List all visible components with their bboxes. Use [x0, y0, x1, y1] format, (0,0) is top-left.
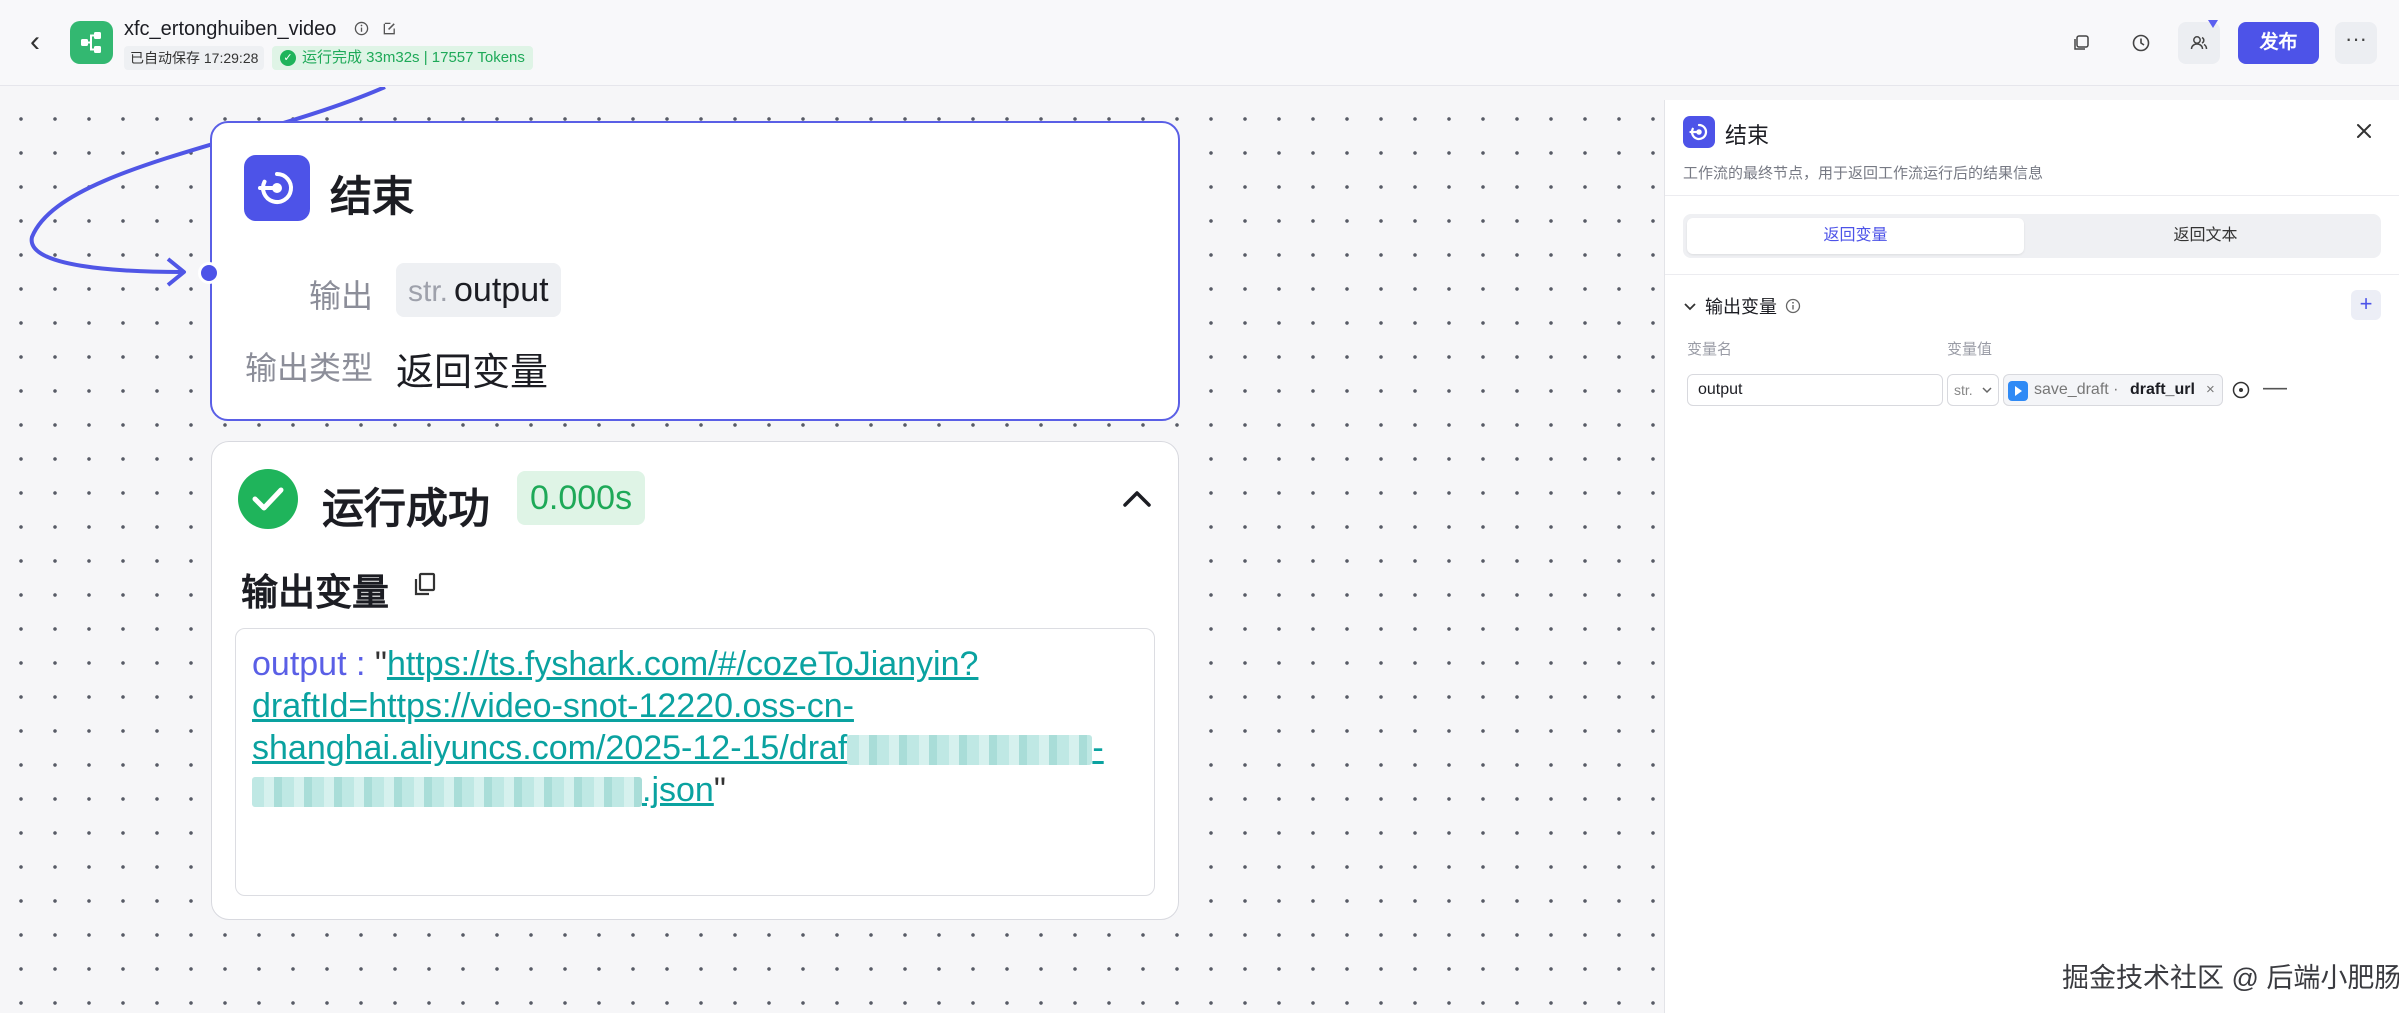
output-variable-chip: str. output [396, 263, 561, 317]
run-success-text: 运行成功 [322, 485, 491, 532]
column-header-name: 变量名 [1687, 341, 1733, 358]
run-result-card: 运行成功 0.000s 输出变量 output : "https://ts.fy… [211, 441, 1179, 920]
info-icon[interactable] [352, 19, 370, 37]
watermark: 掘金技术社区 @ 后端小肥肠 [2062, 963, 2399, 993]
run-status-text: 运行完成 33m32s | 17557 Tokens [302, 49, 525, 66]
variable-name-input[interactable] [1687, 374, 1943, 406]
end-node-card[interactable]: 结束 输出 str. output 输出类型 返回变量 [210, 121, 1180, 421]
edit-icon[interactable] [380, 19, 398, 37]
check-icon: ✓ [280, 50, 296, 66]
redacted-text [252, 777, 642, 808]
output-label: 输出 [309, 278, 374, 314]
section-title: 输出变量 [1705, 297, 1777, 317]
output-variables-section-header[interactable]: 输出变量 [1683, 293, 1801, 319]
back-icon[interactable]: ‹ [30, 27, 58, 57]
divider [1665, 274, 2399, 275]
tab-return-text[interactable]: 返回文本 [2034, 218, 2377, 254]
input-port[interactable] [198, 262, 220, 284]
reference-variable: draft_url [2130, 381, 2195, 398]
reference-info-icon[interactable] [2231, 380, 2251, 400]
copy-workflow-button[interactable] [2060, 22, 2102, 64]
copy-icon[interactable] [411, 570, 439, 598]
panel-description: 工作流的最终节点，用于返回工作流运行后的结果信息 [1683, 165, 2044, 182]
reference-source: save_draft · [2034, 381, 2119, 398]
end-node-title: 结束 [330, 173, 415, 220]
end-node-icon [244, 155, 310, 221]
output-variables-title: 输出变量 [241, 572, 389, 613]
end-node-icon [1683, 116, 1715, 148]
add-variable-button[interactable]: + [2351, 290, 2381, 320]
output-value-box: output : "https://ts.fyshark.com/#/cozeT… [235, 628, 1155, 896]
autosave-status: 已自动保存 17:29:28 [124, 46, 265, 70]
chevron-down-icon[interactable] [1683, 299, 1697, 313]
info-icon[interactable] [1785, 298, 1801, 314]
output-type-label: 输出类型 [245, 350, 374, 386]
quote: " [374, 645, 387, 683]
url-segment: shanghai.aliyuncs.com/2025-12-15/draf [252, 729, 848, 767]
remove-variable-button[interactable]: — [2263, 376, 2287, 402]
history-button[interactable] [2120, 22, 2162, 64]
tab-return-variable[interactable]: 返回变量 [1687, 218, 2024, 254]
workflow-title: xfc_ertonghuiben_video [124, 18, 337, 40]
workflow-icon [70, 21, 113, 64]
variable-type-select[interactable]: str. [1947, 374, 1999, 406]
url-segment: - [1092, 729, 1104, 767]
publish-button[interactable]: 发布 [2238, 22, 2319, 64]
clear-reference-button[interactable]: × [2206, 375, 2215, 405]
panel-title: 结束 [1725, 123, 1770, 148]
run-status-badge: ✓ 运行完成 33m32s | 17557 Tokens [272, 46, 533, 70]
check-icon [238, 469, 298, 529]
node-settings-panel: 结束 工作流的最终节点，用于返回工作流运行后的结果信息 返回变量 返回文本 输出… [1664, 100, 2399, 1013]
output-key: output : [252, 645, 375, 683]
output-variable-name: output [454, 271, 549, 309]
chevron-down-icon [1982, 387, 1992, 394]
divider [1665, 195, 2399, 196]
return-mode-toggle: 返回变量 返回文本 [1683, 214, 2381, 258]
url-segment: https://ts.fyshark.com/#/cozeToJianyin? [386, 645, 979, 683]
type-tag: str. [408, 275, 449, 308]
url-segment: draftId=https://video-snot-12220.oss-cn- [252, 687, 854, 725]
url-segment: .json [642, 771, 714, 809]
column-header-value: 变量值 [1947, 341, 1993, 358]
notification-badge [2208, 20, 2218, 28]
top-bar: ‹ xfc_ertonghuiben_video 已自动保存 17:29:28 … [0, 0, 2399, 86]
duration-badge: 0.000s [517, 471, 646, 525]
collaborator-button[interactable] [2178, 20, 2220, 64]
quote: " [713, 771, 726, 809]
redacted-text [847, 735, 1093, 766]
plugin-icon [2008, 381, 2028, 401]
output-type-value: 返回变量 [396, 352, 549, 394]
more-button[interactable]: ··· [2335, 22, 2377, 64]
chevron-up-icon[interactable] [1120, 482, 1154, 516]
type-value: str. [1954, 382, 1973, 398]
close-icon[interactable] [2351, 118, 2377, 144]
variable-reference-field[interactable]: save_draft · draft_url × [2003, 374, 2223, 406]
